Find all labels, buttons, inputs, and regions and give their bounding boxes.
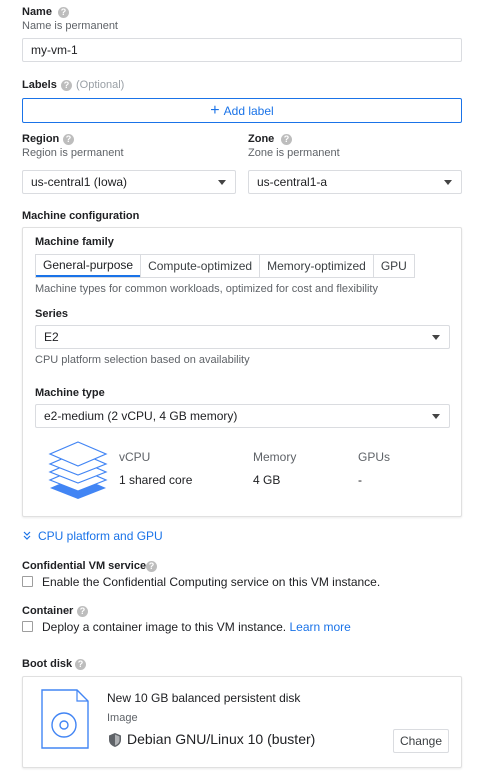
machine-type-value: e2-medium (2 vCPU, 4 GB memory) xyxy=(44,409,238,423)
machine-config-panel: Machine family General-purpose Compute-o… xyxy=(22,227,462,517)
region-label: Region xyxy=(22,133,60,145)
confidential-checkbox-label: Enable the Confidential Computing servic… xyxy=(42,575,381,589)
chevron-down-icon xyxy=(432,335,440,340)
zone-label: Zone xyxy=(248,133,275,145)
cpu-platform-gpu-link[interactable]: CPU platform and GPU xyxy=(22,529,163,543)
machine-type-select[interactable]: e2-medium (2 vCPU, 4 GB memory) xyxy=(35,404,450,428)
series-select[interactable]: E2 xyxy=(35,325,450,349)
boot-disk-image-value: Debian GNU/Linux 10 (buster) xyxy=(127,731,316,747)
memory-header: Memory xyxy=(253,450,297,464)
change-boot-disk-button[interactable]: Change xyxy=(393,729,449,753)
labels-optional-text: (Optional) xyxy=(76,79,125,91)
zone-help-icon[interactable]: ? xyxy=(281,134,292,145)
plus-icon: + xyxy=(210,101,220,119)
chevron-down-icon xyxy=(432,414,440,419)
learn-more-link[interactable]: Learn more xyxy=(289,620,350,634)
boot-disk-title: New 10 GB balanced persistent disk xyxy=(107,691,301,705)
boot-disk-label: Boot disk xyxy=(22,658,73,670)
tab-memory-optimized[interactable]: Memory-optimized xyxy=(259,255,373,277)
boot-disk-panel: New 10 GB balanced persistent disk Image… xyxy=(22,676,462,768)
chevron-down-icon xyxy=(444,180,452,185)
labels-label: Labels xyxy=(22,79,57,91)
labels-help-icon[interactable]: ? xyxy=(61,80,72,91)
series-label: Series xyxy=(35,308,69,320)
shield-icon xyxy=(109,733,121,747)
double-chevron-down-icon xyxy=(23,531,31,540)
machine-config-label: Machine configuration xyxy=(22,210,140,222)
machine-family-label: Machine family xyxy=(35,236,114,248)
boot-disk-image-label: Image xyxy=(107,712,138,724)
disk-icon xyxy=(41,689,89,749)
tab-gpu[interactable]: GPU xyxy=(372,255,414,277)
region-value: us-central1 (Iowa) xyxy=(31,175,128,189)
region-hint: Region is permanent xyxy=(22,147,124,159)
chevron-down-icon xyxy=(218,180,226,185)
confidential-vm-label: Confidential VM service xyxy=(22,560,147,572)
add-label-text: Add label xyxy=(223,103,274,118)
cpu-platform-gpu-text: CPU platform and GPU xyxy=(38,529,163,543)
container-help-icon[interactable]: ? xyxy=(77,606,88,617)
gpus-header: GPUs xyxy=(358,450,391,464)
zone-hint: Zone is permanent xyxy=(248,147,340,159)
vcpu-header: vCPU xyxy=(119,450,151,464)
add-label-button[interactable]: + Add label xyxy=(22,98,462,123)
machine-family-description: Machine types for common workloads, opti… xyxy=(35,283,378,295)
region-help-icon[interactable]: ? xyxy=(63,134,74,145)
container-label: Container xyxy=(22,605,74,617)
zone-select[interactable]: us-central1-a xyxy=(248,170,462,194)
region-select[interactable]: us-central1 (Iowa) xyxy=(22,170,236,194)
series-description: CPU platform selection based on availabi… xyxy=(35,354,250,366)
container-checkbox-label: Deploy a container image to this VM inst… xyxy=(42,620,287,634)
machine-type-label: Machine type xyxy=(35,387,105,399)
machine-family-tabs: General-purpose Compute-optimized Memory… xyxy=(35,254,415,278)
confidential-checkbox[interactable] xyxy=(22,576,33,587)
container-checkbox[interactable] xyxy=(22,621,33,632)
name-help-icon[interactable]: ? xyxy=(58,7,69,18)
confidential-help-icon[interactable]: ? xyxy=(146,561,157,572)
name-input-value: my-vm-1 xyxy=(31,43,78,57)
tab-compute-optimized[interactable]: Compute-optimized xyxy=(140,255,259,277)
series-value: E2 xyxy=(44,330,59,344)
gpus-value: - xyxy=(358,473,362,487)
memory-value: 4 GB xyxy=(253,473,281,487)
name-input[interactable]: my-vm-1 xyxy=(22,38,462,62)
name-label: Name xyxy=(22,6,52,18)
boot-disk-help-icon[interactable]: ? xyxy=(75,659,86,670)
container-checkbox-text: Deploy a container image to this VM inst… xyxy=(42,620,351,634)
vcpu-value: 1 shared core xyxy=(119,473,193,487)
zone-value: us-central1-a xyxy=(257,175,328,189)
machine-stack-icon xyxy=(48,441,108,499)
name-hint: Name is permanent xyxy=(22,20,118,32)
tab-general-purpose[interactable]: General-purpose xyxy=(36,255,141,277)
